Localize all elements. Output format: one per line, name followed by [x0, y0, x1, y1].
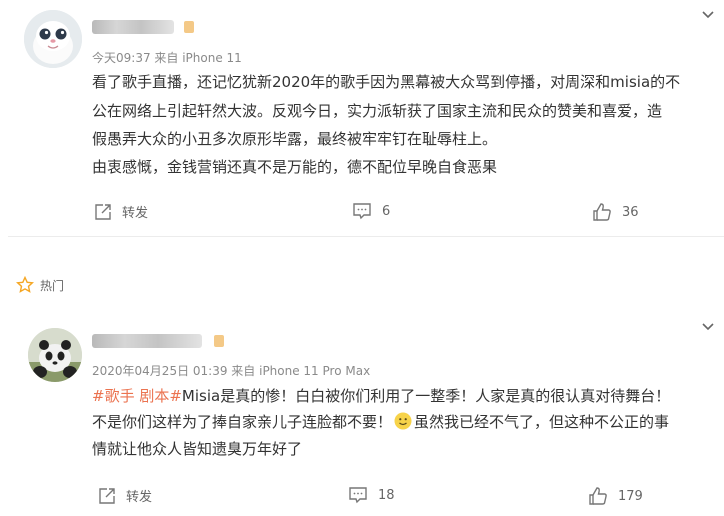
comment-text-line: #歌手 剧本#Misia是真的惨！白白被你们利用了一整季！人家是真的很认真对待舞… [92, 384, 670, 409]
username[interactable] [92, 334, 202, 348]
like-count: 36 [622, 204, 639, 220]
comment-text-line: 公在网络上引起轩然大波。反观今日，实力派斩获了国家主流和民众的赞美和喜爱，造 [92, 102, 663, 120]
like-button[interactable]: 179 [588, 486, 643, 506]
comment-text-line: 看了歌手直播，还记忆犹新2020年的歌手因为黑幕被大众骂到停播，对周深和misi… [92, 73, 681, 91]
star-outline-icon [16, 276, 34, 293]
smile-emoji-icon [394, 412, 412, 430]
like-button[interactable]: 36 [592, 202, 639, 222]
comment-icon [349, 487, 367, 504]
chevron-down-icon[interactable] [700, 8, 716, 22]
hashtag-link[interactable]: #歌手 剧本# [92, 387, 182, 405]
avatar[interactable] [28, 328, 82, 382]
comment-button[interactable]: 6 [352, 202, 390, 220]
repost-button[interactable]: 转发 [98, 486, 152, 505]
repost-label: 转发 [126, 490, 153, 505]
repost-icon [95, 203, 111, 220]
repost-button[interactable]: 转发 [94, 202, 148, 221]
hot-section-header: 热门 [16, 276, 64, 294]
user-badge [184, 21, 194, 33]
repost-label: 转发 [122, 206, 149, 221]
divider [8, 236, 724, 237]
repost-icon [99, 487, 115, 504]
comment-text: 虽然我已经不气了，但这种不公正的事 [414, 413, 670, 431]
comment-button[interactable]: 18 [348, 486, 395, 504]
comment-count: 6 [382, 203, 391, 219]
chevron-down-icon[interactable] [700, 320, 716, 334]
comment-count: 18 [378, 487, 395, 503]
comment-text-line: 假愚弄大众的小丑多次原形毕露，最终被牢牢钉在耻辱柱上。 [92, 130, 498, 148]
comment-text-line: 情就让他众人皆知遗臭万年好了 [92, 440, 303, 458]
thumbs-up-icon [593, 203, 611, 221]
hot-label: 热门 [40, 278, 65, 293]
post-meta: 今天09:37 来自 iPhone 11 [92, 51, 242, 65]
comment-icon [353, 203, 371, 220]
like-count: 179 [618, 488, 643, 504]
post-meta: 2020年04月25日 01:39 来自 iPhone 11 Pro Max [92, 364, 371, 378]
comment-card: 今天09:37 来自 iPhone 11 看了歌手直播，还记忆犹新2020年的歌… [0, 0, 724, 230]
comment-text: Misia是真的惨！白白被你们利用了一整季！人家是真的很认真对待舞台！ [181, 387, 671, 405]
user-badge [214, 335, 224, 347]
comment-text-line: 不是你们这样为了捧自家亲儿子连脸都不要！ 虽然我已经不气了，但这种不公正的事 [92, 410, 669, 435]
comment-card: 2020年04月25日 01:39 来自 iPhone 11 Pro Max #… [0, 312, 724, 516]
thumbs-up-icon [589, 487, 607, 505]
username[interactable] [92, 20, 174, 34]
avatar[interactable] [24, 10, 82, 68]
comment-text-line: 由衷感慨，金钱营销还真不是万能的，德不配位早晚自食恶果 [92, 158, 498, 176]
comment-text: 不是你们这样为了捧自家亲儿子连脸都不要！ [92, 413, 393, 431]
